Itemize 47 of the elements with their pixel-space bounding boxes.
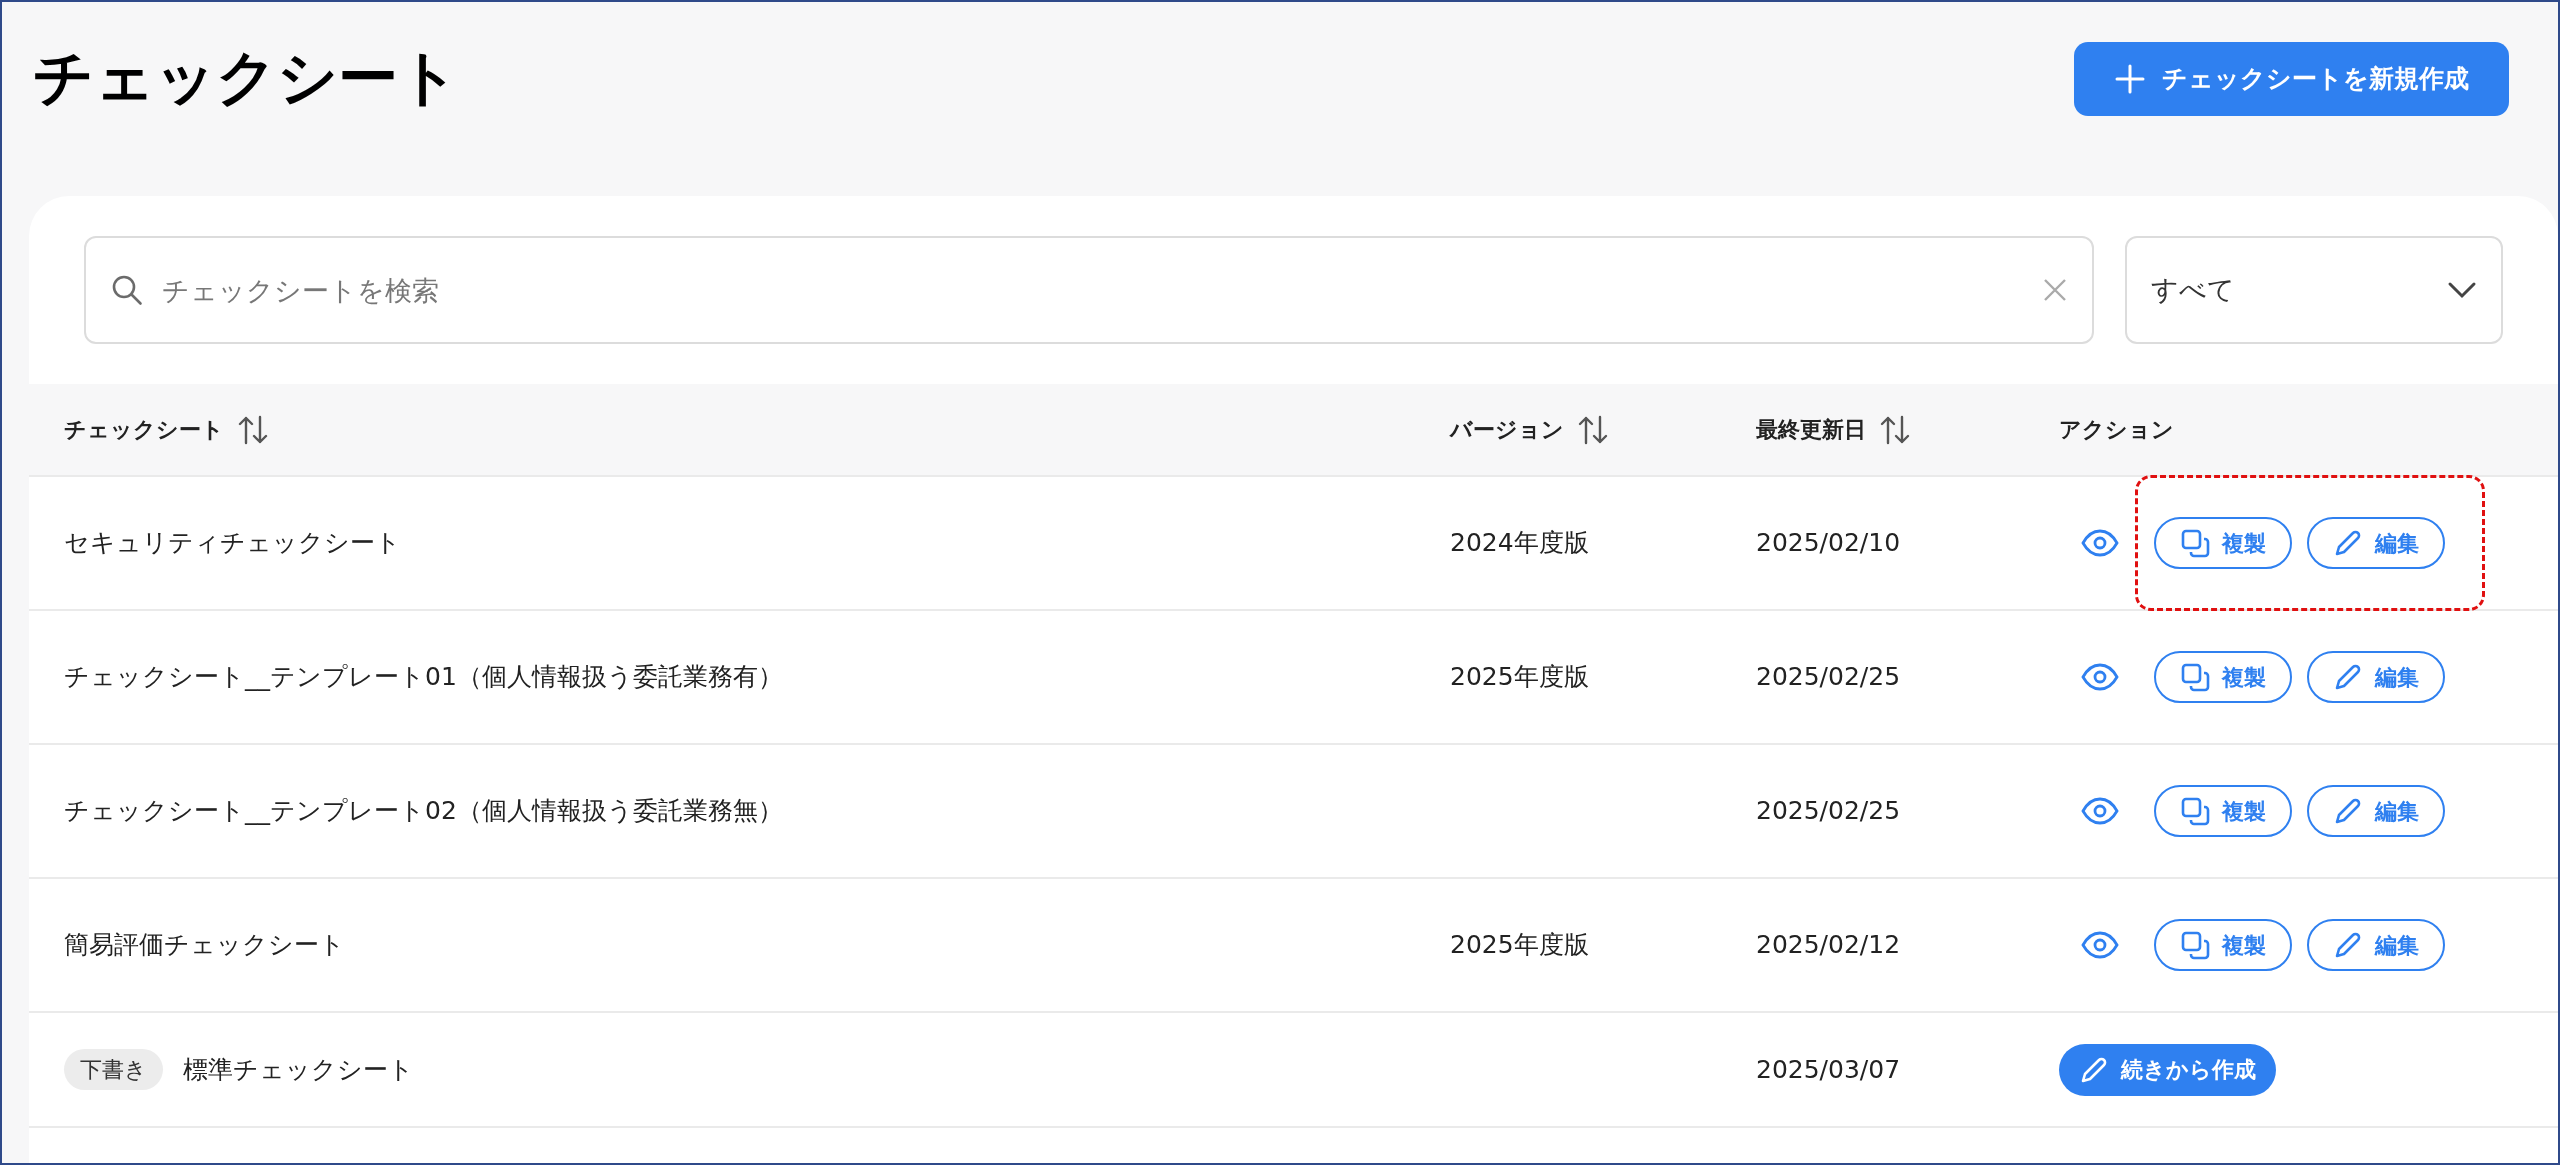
checksheet-name: セキュリティチェックシート xyxy=(64,527,401,560)
eye-icon[interactable] xyxy=(2081,931,2119,959)
pencil-icon xyxy=(2333,662,2363,692)
search-icon xyxy=(110,273,144,307)
checksheet-name: 標準チェックシート xyxy=(183,1053,414,1086)
eye-icon[interactable] xyxy=(2081,663,2119,691)
create-button[interactable]: チェックシートを新規作成 xyxy=(2074,42,2509,116)
checksheet-name: 簡易評価チェックシート xyxy=(64,929,345,962)
version-text: 2025年度版 xyxy=(1450,662,1589,692)
page-title: チェックシート xyxy=(33,47,459,107)
updated-date: 2025/02/10 xyxy=(1756,528,1901,558)
pencil-icon xyxy=(2333,528,2363,558)
copy-icon xyxy=(2180,930,2210,960)
edit-button[interactable]: 編集 xyxy=(2307,651,2445,703)
search-field[interactable]: チェックシートを検索 xyxy=(84,236,2094,344)
pencil-icon xyxy=(2333,930,2363,960)
pencil-icon xyxy=(2333,796,2363,826)
column-header[interactable]: チェックシート xyxy=(64,413,224,446)
updated-date: 2025/02/12 xyxy=(1756,930,1901,960)
duplicate-button[interactable]: 複製 xyxy=(2154,517,2292,569)
copy-icon xyxy=(2180,796,2210,826)
clear-icon[interactable] xyxy=(2042,277,2068,303)
copy-icon xyxy=(2180,662,2210,692)
duplicate-button[interactable]: 複製 xyxy=(2154,785,2292,837)
duplicate-button[interactable]: 複製 xyxy=(2154,651,2292,703)
edit-button[interactable]: 編集 xyxy=(2307,785,2445,837)
chevron-down-icon xyxy=(2447,281,2477,299)
edit-button[interactable]: 編集 xyxy=(2307,517,2445,569)
eye-icon[interactable] xyxy=(2081,529,2119,557)
duplicate-button[interactable]: 複製 xyxy=(2154,919,2292,971)
eye-icon[interactable] xyxy=(2081,797,2119,825)
draft-badge: 下書き xyxy=(64,1049,163,1090)
checksheet-name: チェックシート__テンプレート02（個人情報扱う委託業務無） xyxy=(64,795,783,828)
version-text: 2024年度版 xyxy=(1450,528,1589,558)
checksheet-name: チェックシート__テンプレート01（個人情報扱う委託業務有） xyxy=(64,661,783,694)
updated-date: 2025/03/07 xyxy=(1756,1054,1901,1084)
updated-date: 2025/02/25 xyxy=(1756,662,1901,692)
plus-icon xyxy=(2114,63,2146,95)
copy-icon xyxy=(2180,528,2210,558)
continue-button[interactable]: 続きから作成 xyxy=(2059,1043,2276,1096)
column-header[interactable]: 最終更新日 xyxy=(1756,413,1866,446)
updated-date: 2025/02/25 xyxy=(1756,796,1901,826)
filter-dropdown[interactable]: すべて xyxy=(2125,236,2503,344)
column-header[interactable]: バージョン xyxy=(1450,413,1564,446)
edit-button[interactable]: 編集 xyxy=(2307,919,2445,971)
version-text: 2025年度版 xyxy=(1450,930,1589,960)
column-header: アクション xyxy=(2059,416,2174,444)
